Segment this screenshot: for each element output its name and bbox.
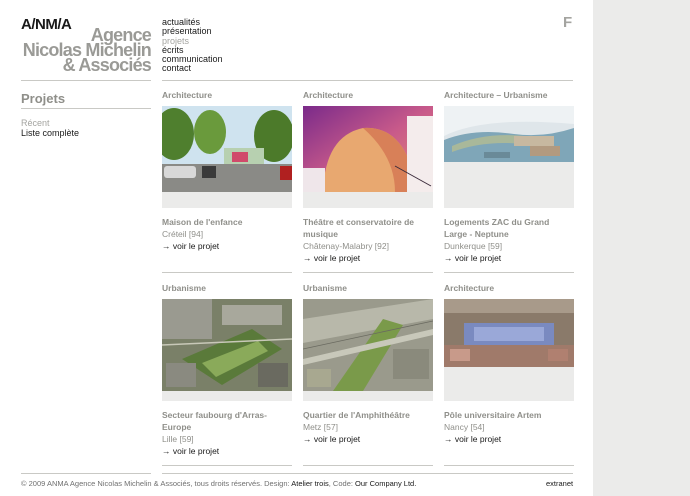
project-title[interactable]: Logements ZAC du Grand Large - Neptune <box>444 216 574 240</box>
park-photo <box>162 106 292 192</box>
project-title[interactable]: Pôle universitaire Artem <box>444 409 574 421</box>
sidebar-title-divider <box>21 108 151 109</box>
project-card: Architecture – Urbanisme Logements ZAC d… <box>444 90 574 273</box>
project-location: Metz [57] <box>303 422 338 432</box>
project-image[interactable] <box>162 106 292 208</box>
project-location: Créteil [94] <box>162 229 204 239</box>
footer-divider-right <box>162 473 573 474</box>
project-card: Architecture Théâtre et conservatoire de… <box>303 90 433 273</box>
project-category: Urbanisme <box>303 283 347 293</box>
project-image[interactable] <box>303 106 433 208</box>
view-project-link[interactable]: → voir le projet <box>303 252 433 264</box>
project-category: Architecture – Urbanisme <box>444 90 548 100</box>
sidebar-nav: Récent Liste complète <box>21 118 79 138</box>
harbor-aerial-photo <box>444 106 574 162</box>
project-title[interactable]: Secteur faubourg d'Arras-Europe <box>162 409 292 433</box>
page-title: Projets <box>21 91 66 106</box>
project-category: Architecture <box>444 283 495 293</box>
card-divider <box>303 272 433 273</box>
right-side-panel <box>593 0 690 496</box>
project-category: Architecture <box>303 90 354 100</box>
logo[interactable]: A/NM/A Agence Nicolas Michelin & Associé… <box>21 16 152 74</box>
view-project-link[interactable]: → voir le projet <box>162 445 292 457</box>
card-divider <box>303 465 433 466</box>
project-title[interactable]: Maison de l'enfance <box>162 216 292 228</box>
project-image[interactable] <box>444 106 574 208</box>
footer-divider-left <box>21 473 151 474</box>
project-card: Architecture Maison de l'enfance Créteil… <box>162 90 292 273</box>
project-card: Urbanisme Secteur faubourg d'Arras-Europ… <box>162 283 292 466</box>
footer-copyright: © 2009 ANMA Agence Nicolas Michelin & As… <box>21 479 417 488</box>
extranet-link[interactable]: extranet <box>546 479 573 488</box>
design-credit-link[interactable]: Atelier trois <box>291 479 329 488</box>
view-project-link[interactable]: → voir le projet <box>444 252 574 264</box>
header-divider-left <box>21 80 151 81</box>
card-divider <box>444 272 574 273</box>
language-switch[interactable]: F <box>563 14 572 31</box>
project-title[interactable]: Quartier de l'Amphithéâtre <box>303 409 433 421</box>
campus-aerial-photo <box>444 299 574 367</box>
view-project-link[interactable]: → voir le projet <box>444 433 574 445</box>
project-image[interactable] <box>162 299 292 401</box>
project-title[interactable]: Théâtre et conservatoire de musique <box>303 216 433 240</box>
header-divider-right <box>162 80 573 81</box>
card-divider <box>162 465 292 466</box>
card-divider <box>162 272 292 273</box>
project-category: Urbanisme <box>162 283 206 293</box>
theatre-photo <box>303 106 433 192</box>
rail-aerial-photo <box>303 299 433 391</box>
view-project-link[interactable]: → voir le projet <box>162 240 292 252</box>
project-location: Châtenay-Malabry [92] <box>303 241 389 251</box>
project-image[interactable] <box>303 299 433 401</box>
project-category: Architecture <box>162 90 213 100</box>
project-location: Dunkerque [59] <box>444 241 503 251</box>
code-credit-link[interactable]: Our Company Ltd. <box>355 479 416 488</box>
project-location: Nancy [54] <box>444 422 485 432</box>
project-card: Urbanisme Quartier de l'Amphithéâtre Met… <box>303 283 433 466</box>
main-nav: actualités présentation projets écrits c… <box>162 17 223 74</box>
project-image[interactable] <box>444 299 574 401</box>
project-card: Architecture Pôle universitaire Artem Na… <box>444 283 574 466</box>
logo-agency-name: Agence Nicolas Michelin & Associés <box>22 25 152 75</box>
sidebar-item-full-list[interactable]: Liste complète <box>21 128 79 138</box>
city-aerial-photo <box>162 299 292 391</box>
project-location: Lille [59] <box>162 434 194 444</box>
nav-contact[interactable]: contact <box>162 64 223 74</box>
view-project-link[interactable]: → voir le projet <box>303 433 433 445</box>
card-divider <box>444 465 574 466</box>
sidebar-item-recent[interactable]: Récent <box>21 118 79 128</box>
